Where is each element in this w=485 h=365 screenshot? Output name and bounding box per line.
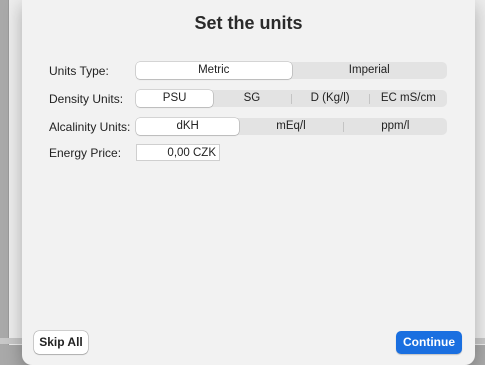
density-d-kgl-option[interactable]: D (Kg/l) — [292, 90, 369, 107]
units-type-segmented-control: Metric Imperial — [136, 62, 447, 79]
dialog-title: Set the units — [194, 13, 303, 33]
energy-price-label: Energy Price: — [49, 146, 122, 160]
density-sg-option[interactable]: SG — [213, 90, 290, 107]
density-ec-mscm-option[interactable]: EC mS/cm — [370, 90, 447, 107]
continue-button[interactable]: Continue — [396, 331, 462, 354]
alcalinity-units-label: Alcalinity Units: — [49, 120, 131, 134]
energy-price-field[interactable]: 0,00 CZK — [136, 144, 220, 161]
density-units-segmented-control: PSU SG D (Kg/l) EC mS/cm — [136, 90, 447, 107]
alcalinity-units-segmented-control: dKH mEq/l ppm/l — [136, 118, 447, 135]
density-psu-option[interactable]: PSU — [136, 90, 214, 107]
units-type-label: Units Type: — [49, 64, 109, 78]
alcalinity-meql-option[interactable]: mEq/l — [239, 118, 342, 135]
units-type-imperial-option[interactable]: Imperial — [292, 62, 448, 79]
alcalinity-dkh-option[interactable]: dKH — [136, 118, 240, 135]
skip-all-button[interactable]: Skip All — [34, 331, 88, 354]
density-units-label: Density Units: — [49, 92, 124, 106]
units-type-metric-option[interactable]: Metric — [136, 62, 292, 79]
units-dialog: Set the units Units Type: Metric Imperia… — [22, 0, 475, 365]
alcalinity-ppml-option[interactable]: ppm/l — [344, 118, 447, 135]
